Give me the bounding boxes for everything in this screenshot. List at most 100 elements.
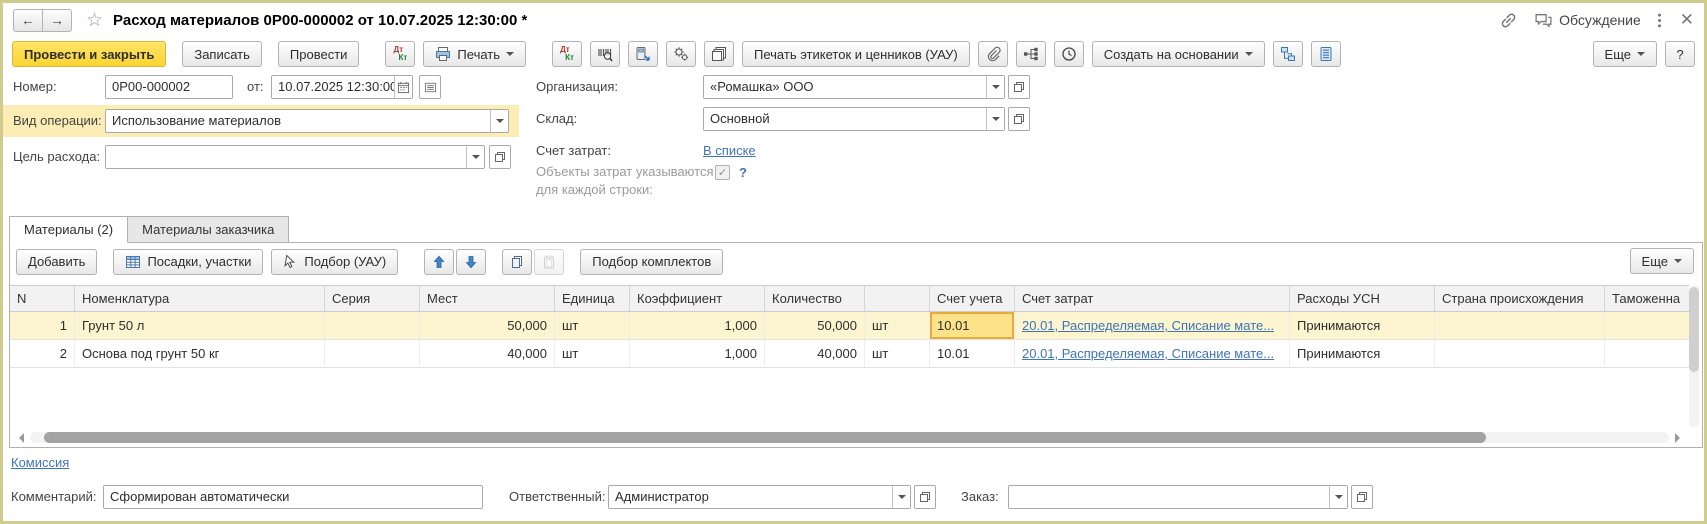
responsible-open-button[interactable] — [914, 485, 936, 509]
copies-button[interactable] — [704, 41, 734, 67]
order-dropdown-button[interactable] — [1329, 486, 1347, 508]
vertical-scrollbar[interactable] — [1689, 285, 1699, 427]
pick-kits-button[interactable]: Подбор комплектов — [580, 249, 723, 275]
horizontal-scrollbar-track[interactable] — [30, 432, 1669, 443]
table-row[interactable]: 1 Грунт 50 л 50,000 шт 1,000 50,000 шт 1… — [10, 312, 1689, 340]
move-row-up-button[interactable] — [424, 249, 454, 275]
cell-customs[interactable] — [1605, 340, 1689, 368]
cell-unit2[interactable]: шт — [865, 312, 930, 340]
operation-type-field[interactable]: Использование материалов — [105, 109, 509, 133]
cost-account-list-link[interactable]: В списке — [703, 139, 756, 163]
history-button[interactable] — [1054, 41, 1084, 67]
cell-unit[interactable]: шт — [555, 340, 630, 368]
tab-materials[interactable]: Материалы (2) — [9, 216, 128, 243]
comment-field[interactable]: Сформирован автоматически — [103, 485, 483, 509]
add-row-button[interactable]: Добавить — [16, 249, 97, 275]
cell-nomenclature[interactable]: Основа под грунт 50 кг — [75, 340, 325, 368]
col-header-unit2[interactable] — [865, 286, 930, 311]
commission-link[interactable]: Комиссия — [11, 455, 69, 470]
vertical-scrollbar-thumb[interactable] — [1689, 287, 1699, 372]
plots-areas-button[interactable]: Посадки, участки — [113, 249, 263, 275]
cost-account-link[interactable]: 20.01, Распределяемая, Списание мате... — [1022, 318, 1274, 333]
cell-cost-account[interactable]: 20.01, Распределяемая, Списание мате... — [1015, 340, 1290, 368]
col-header-nomenclature[interactable]: Номенклатура — [75, 286, 325, 311]
cell-customs[interactable] — [1605, 312, 1689, 340]
col-header-account[interactable]: Счет учета — [930, 286, 1015, 311]
post-and-close-button[interactable]: Провести и закрыть — [12, 41, 166, 67]
table-more-button[interactable]: Еще — [1630, 248, 1694, 274]
dtkt-report-button[interactable]: ДтКт — [552, 41, 582, 67]
col-header-n[interactable]: N — [10, 286, 75, 311]
cell-n[interactable]: 2 — [10, 340, 75, 368]
cell-country[interactable] — [1435, 312, 1605, 340]
cell-unit[interactable]: шт — [555, 312, 630, 340]
scroll-left-icon[interactable] — [14, 433, 24, 443]
print-labels-button[interactable]: Печать этикеток и ценников (УАУ) — [742, 41, 970, 67]
related-documents-button[interactable] — [1273, 41, 1303, 67]
date-field[interactable]: 10.07.2025 12:30:00 — [271, 75, 413, 99]
cell-usn-expenses[interactable]: Принимаются — [1290, 312, 1435, 340]
horizontal-scrollbar[interactable] — [14, 432, 1685, 443]
cell-places[interactable]: 50,000 — [420, 312, 555, 340]
number-settings-button[interactable] — [419, 75, 441, 99]
col-header-usn-expenses[interactable]: Расходы УСН — [1290, 286, 1435, 311]
col-header-series[interactable]: Серия — [325, 286, 420, 311]
table-row[interactable]: 2 Основа под грунт 50 кг 40,000 шт 1,000… — [10, 340, 1689, 368]
barcode-scan-button[interactable] — [590, 41, 620, 67]
cost-objects-checkbox[interactable]: ✓ — [715, 165, 730, 180]
print-menu-button[interactable]: Печать — [423, 41, 526, 67]
cell-coefficient[interactable]: 1,000 — [630, 312, 765, 340]
col-header-country[interactable]: Страна происхождения — [1435, 286, 1605, 311]
back-button[interactable]: ← — [13, 9, 43, 32]
cost-objects-help-link[interactable]: ? — [739, 164, 747, 182]
save-button[interactable]: Записать — [182, 41, 262, 67]
more-menu-button[interactable] — [1657, 13, 1662, 28]
more-actions-button[interactable]: Еще — [1593, 41, 1657, 67]
move-row-down-button[interactable] — [456, 249, 486, 275]
col-header-coefficient[interactable]: Коэффициент — [630, 286, 765, 311]
horizontal-scrollbar-thumb[interactable] — [44, 432, 1486, 443]
purpose-field[interactable] — [105, 145, 485, 169]
tab-customer-materials[interactable]: Материалы заказчика — [127, 216, 289, 243]
warehouse-field[interactable]: Основной — [703, 107, 1005, 131]
col-header-places[interactable]: Мест — [420, 286, 555, 311]
copy-link-button[interactable] — [1499, 11, 1518, 30]
cost-account-link[interactable]: 20.01, Распределяемая, Списание мате... — [1022, 346, 1274, 361]
register-report-button[interactable] — [1311, 41, 1341, 67]
cell-account-active[interactable]: 10.01 — [930, 312, 1015, 340]
cell-quantity[interactable]: 50,000 — [765, 312, 865, 340]
post-button[interactable]: Провести — [278, 41, 360, 67]
structure-button[interactable] — [1016, 41, 1046, 67]
favorite-star-icon[interactable]: ☆ — [86, 9, 103, 32]
col-header-customs[interactable]: Таможенна — [1605, 286, 1689, 311]
copy-rows-button[interactable] — [502, 249, 532, 275]
warehouse-open-button[interactable] — [1008, 107, 1030, 131]
scroll-right-icon[interactable] — [1675, 433, 1685, 443]
number-field[interactable]: 0Р00-000002 — [105, 75, 233, 99]
cell-account[interactable]: 10.01 — [930, 340, 1015, 368]
col-header-quantity[interactable]: Количество — [765, 286, 865, 311]
equipment-settings-button[interactable] — [666, 41, 696, 67]
forward-button[interactable]: → — [42, 9, 72, 32]
data-terminal-button[interactable] — [628, 41, 658, 67]
cell-usn-expenses[interactable]: Принимаются — [1290, 340, 1435, 368]
cell-series[interactable] — [325, 340, 420, 368]
cell-places[interactable]: 40,000 — [420, 340, 555, 368]
col-header-cost-account[interactable]: Счет затрат — [1015, 286, 1290, 311]
cell-nomenclature[interactable]: Грунт 50 л — [75, 312, 325, 340]
cell-unit2[interactable]: шт — [865, 340, 930, 368]
order-field[interactable] — [1008, 485, 1348, 509]
operation-dropdown-button[interactable] — [490, 110, 508, 132]
organization-open-button[interactable] — [1008, 75, 1030, 99]
cell-cost-account[interactable]: 20.01, Распределяемая, Списание мате... — [1015, 312, 1290, 340]
organization-field[interactable]: «Ромашка» ООО — [703, 75, 1005, 99]
dtkt-postings-button[interactable]: ДтКт — [385, 41, 415, 67]
cell-country[interactable] — [1435, 340, 1605, 368]
discussion-button[interactable]: Обсуждение — [1534, 11, 1641, 30]
attachments-button[interactable] — [978, 41, 1008, 67]
cell-coefficient[interactable]: 1,000 — [630, 340, 765, 368]
cell-n[interactable]: 1 — [10, 312, 75, 340]
responsible-dropdown-button[interactable] — [892, 486, 910, 508]
calendar-button[interactable] — [394, 76, 412, 98]
responsible-field[interactable]: Администратор — [608, 485, 911, 509]
